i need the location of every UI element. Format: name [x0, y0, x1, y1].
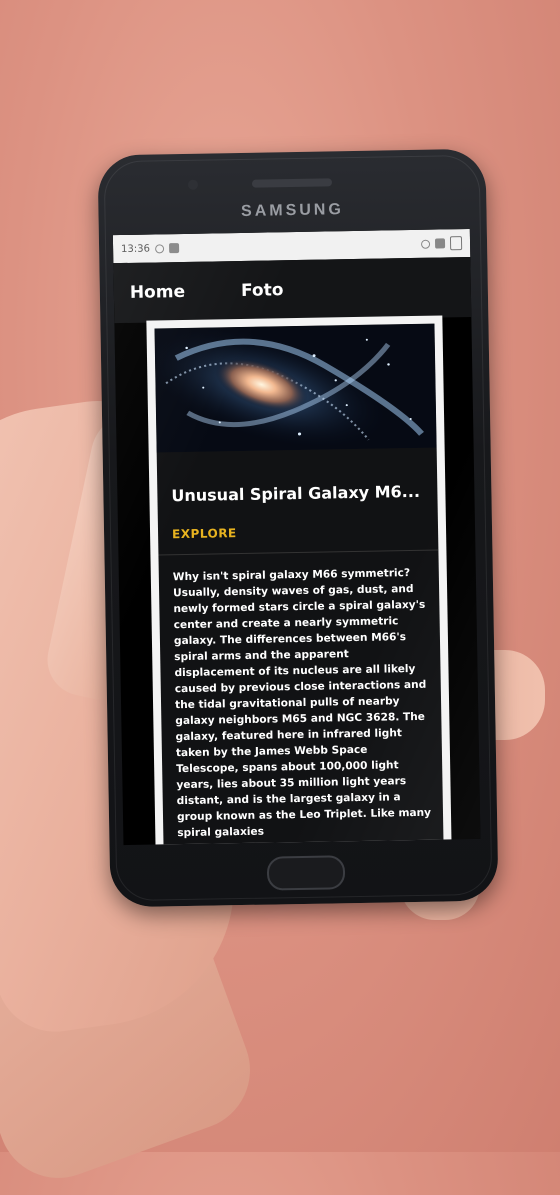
smartphone: SAMSUNG 13:36 Home Foto Unusual Spiral G… [97, 148, 499, 908]
home-button[interactable] [266, 855, 346, 891]
battery-icon [449, 236, 463, 251]
phone-brand-logo: SAMSUNG [240, 201, 344, 220]
alarm-icon [420, 239, 431, 249]
article-card-frame: Unusual Spiral Galaxy M6... EXPLORE Why … [146, 315, 452, 846]
front-camera [187, 179, 199, 190]
explore-link[interactable]: EXPLORE [172, 526, 237, 541]
top-navbar: Home Foto [113, 256, 472, 324]
phone-screen: 13:36 Home Foto Unusual Spiral Galaxy M6… [112, 228, 481, 846]
galaxy-image[interactable] [154, 323, 437, 453]
earpiece-speaker [251, 178, 333, 188]
card-divider [158, 549, 439, 556]
nav-foto[interactable]: Foto [241, 280, 284, 301]
status-time: 13:36 [121, 243, 151, 255]
article-title[interactable]: Unusual Spiral Galaxy M6... [171, 482, 423, 505]
nav-home[interactable]: Home [130, 282, 185, 303]
article-description: Why isn't spiral galaxy M66 symmetric? U… [172, 567, 432, 840]
signal-icon [434, 238, 446, 249]
article-card: Unusual Spiral Galaxy M6... EXPLORE Why … [154, 323, 444, 846]
notification-icon [168, 243, 180, 254]
sync-icon [154, 243, 165, 253]
